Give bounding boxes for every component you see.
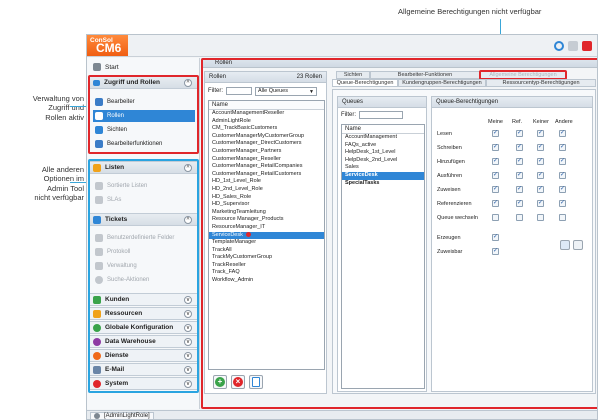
top-bar: ConSol CM6 — [87, 35, 597, 57]
app-logo: ConSol CM6 — [87, 35, 128, 56]
settings-icon[interactable] — [568, 41, 578, 51]
status-bar: [AdminLightRole] — [87, 410, 597, 419]
annotation-left-2: Alle anderen Optionen im Admin Tool nich… — [34, 165, 84, 203]
annotation-left-1: Verwaltung von Zugriff und Rollen aktiv — [32, 94, 84, 122]
logout-icon[interactable] — [582, 41, 592, 51]
main-content: Rollen Rollen 23 Rollen Filter: Alle Que… — [201, 58, 597, 409]
status-user: [AdminLightRole] — [90, 411, 154, 419]
sidebar: Start Zugriff und Rollen ^ Bearbeiter Ro… — [87, 58, 200, 409]
app-window: ConSol CM6 Start Zugriff und Rollen ^ Be… — [86, 34, 598, 420]
highlight-other-options — [88, 159, 199, 393]
home-icon — [93, 63, 101, 71]
sidebar-start[interactable]: Start — [87, 61, 200, 73]
refresh-icon[interactable] — [554, 41, 564, 51]
highlight-access — [88, 75, 199, 154]
highlight-main-area — [201, 58, 597, 409]
user-icon — [94, 413, 100, 419]
annotation-top: Allgemeine Berechtigungen nicht verfügba… — [398, 7, 542, 16]
